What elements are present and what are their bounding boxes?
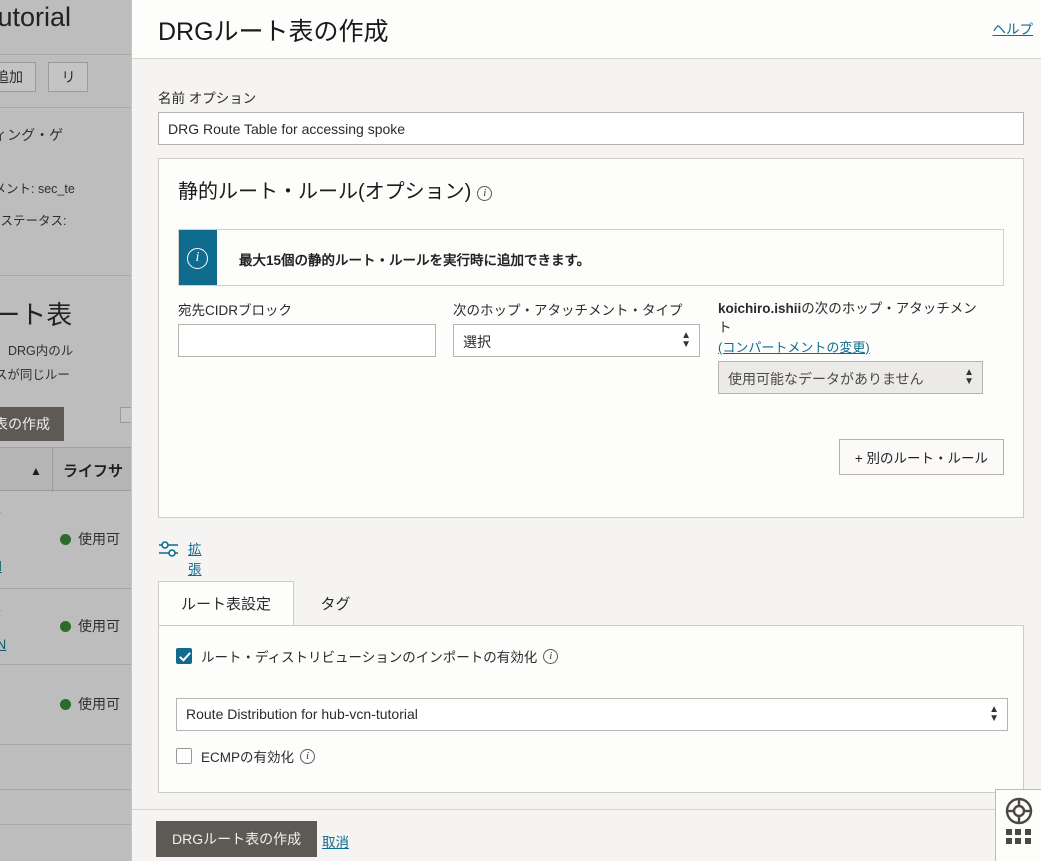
status-badge: 使用可: [78, 616, 120, 636]
import-route-distribution-checkbox[interactable]: [176, 648, 192, 664]
sliders-icon: [158, 541, 180, 562]
chevron-updown-icon: ▲▼: [964, 368, 974, 386]
background-secondary-button[interactable]: リ: [48, 62, 88, 92]
background-add-tag-button[interactable]: タグの追加: [0, 62, 36, 92]
background-button-row: タグの追加 リ: [0, 62, 96, 92]
route-distribution-select-wrap: Route Distribution for hub-vcn-tutorial …: [176, 698, 1008, 731]
ecmp-checkbox-row[interactable]: ECMPの有効化 i: [176, 746, 315, 766]
tab-route-table-settings[interactable]: ルート表設定: [158, 581, 294, 626]
settings-tabs: ルート表設定 タグ: [158, 580, 1024, 625]
status-dot-icon: [60, 699, 71, 710]
background-description-line-2: リソースが同じルー: [0, 364, 70, 383]
background-page: G-tutorial タグの追加 リ ルーティング・ゲ パートメント: sec_…: [0, 0, 131, 861]
background-redundancy-line: e冗長性ステータス:: [0, 210, 66, 229]
route-table-settings-card: ルート・ディストリビューションのインポートの有効化 i Route Distri…: [158, 625, 1024, 793]
add-another-route-rule-button[interactable]: + 別のルート・ルール: [839, 439, 1004, 475]
status-dot-icon: [60, 534, 71, 545]
table-row[interactable]: nerate Route or C, and nents 使用可: [0, 491, 131, 589]
compartment-name: koichiro.ishii: [718, 301, 801, 316]
chevron-updown-icon: ▲▼: [989, 705, 999, 723]
chevron-updown-icon: ▲▼: [681, 331, 691, 349]
destination-cidr-input[interactable]: [178, 324, 436, 357]
sort-ascending-icon[interactable]: ▲: [30, 464, 42, 478]
next-hop-attachment-type-field: 次のホップ・アタッチメント・タイプ 選択 ▲▼: [453, 299, 700, 357]
import-route-distribution-label: ルート・ディストリビューションのインポートの有効化: [201, 646, 537, 666]
table-row[interactable]: nerate Route or VCN nents 使用可: [0, 589, 131, 665]
page-title: DRGルート表の作成: [158, 12, 389, 48]
cancel-link[interactable]: 取消: [322, 831, 349, 851]
info-icon[interactable]: i: [543, 649, 558, 664]
change-compartment-link[interactable]: (コンパートメントの変更): [718, 337, 983, 356]
next-hop-attachment-label: koichiro.ishiiの次のホップ・アタッチメント: [718, 299, 983, 337]
next-hop-attachment-select[interactable]: 使用可能なデータがありません: [718, 361, 983, 394]
lifebuoy-icon[interactable]: [1005, 797, 1033, 825]
info-icon[interactable]: i: [300, 749, 315, 764]
static-route-rules-title: 静的ルート・ルール(オプション) i: [178, 175, 492, 204]
info-circle-icon: i: [187, 248, 208, 269]
info-banner-message: 最大15個の静的ルート・ルールを実行時に追加できます。: [239, 249, 590, 269]
help-link[interactable]: ヘルプ: [993, 18, 1034, 38]
status-badge: 使用可: [78, 694, 120, 714]
static-route-rules-card: 静的ルート・ルール(オプション) i i 最大15個の静的ルート・ルールを実行時に…: [158, 158, 1024, 518]
name-input[interactable]: [158, 112, 1024, 145]
info-icon[interactable]: i: [477, 186, 492, 201]
import-route-distribution-checkbox-row[interactable]: ルート・ディストリビューションのインポートの有効化 i: [176, 646, 558, 666]
status-dot-icon: [60, 621, 71, 632]
name-field-label: 名前 オプション: [158, 87, 1024, 107]
panel-body: 名前 オプション 静的ルート・ルール(オプション) i i 最大15個の静的ルート…: [132, 60, 1041, 809]
info-banner: i 最大15個の静的ルート・ルールを実行時に追加できます。: [178, 229, 1004, 286]
name-field-block: 名前 オプション: [158, 87, 1024, 145]
panel-footer: DRGルート表の作成 取消: [132, 809, 1041, 861]
panel-header: DRGルート表の作成 ヘルプ: [132, 0, 1041, 59]
support-widget[interactable]: [995, 789, 1041, 861]
next-hop-attachment-type-select[interactable]: 選択: [453, 324, 700, 357]
background-table-column-lifecycle: ライフサ: [63, 460, 123, 481]
create-drg-route-table-panel: DRGルート表の作成 ヘルプ 名前 オプション 静的ルート・ルール(オプション)…: [131, 0, 1041, 861]
ecmp-checkbox[interactable]: [176, 748, 192, 764]
background-compartment-line: パートメント: sec_te: [0, 178, 75, 197]
background-row-name[interactable]: nerate Route or VCN nents: [0, 595, 57, 675]
background-table-header: ▲ ライフサ: [0, 447, 131, 491]
grid-dots-icon[interactable]: [1006, 829, 1032, 844]
ecmp-label: ECMPの有効化: [201, 746, 294, 766]
destination-cidr-label: 宛先CIDRブロック: [178, 299, 436, 319]
background-description-line-1: ト表は、DRG内のル: [0, 340, 73, 359]
table-row[interactable]: oute or ng W 使用可: [0, 665, 131, 745]
background-secondary-cta[interactable]: [120, 407, 131, 423]
background-row-name[interactable]: oute or ng W: [0, 671, 57, 751]
next-hop-attachment-type-label: 次のホップ・アタッチメント・タイプ: [453, 299, 700, 319]
route-distribution-select[interactable]: Route Distribution for hub-vcn-tutorial: [176, 698, 1008, 731]
static-route-rules-title-text: 静的ルート・ルール(オプション): [178, 181, 471, 203]
status-badge: 使用可: [78, 529, 120, 549]
next-hop-attachment-field: koichiro.ishiiの次のホップ・アタッチメント (コンパートメントの変…: [718, 299, 983, 394]
destination-cidr-block-field: 宛先CIDRブロック: [178, 299, 436, 357]
background-create-route-table-button[interactable]: ルート表の作成: [0, 407, 64, 441]
create-drg-route-table-button[interactable]: DRGルート表の作成: [156, 821, 317, 857]
background-page-title: G-tutorial: [0, 2, 71, 33]
tab-tags[interactable]: タグ: [298, 582, 372, 625]
background-breadcrumb-line: ルーティング・ゲ: [0, 125, 63, 145]
background-section-heading: Gルート表: [0, 295, 72, 332]
